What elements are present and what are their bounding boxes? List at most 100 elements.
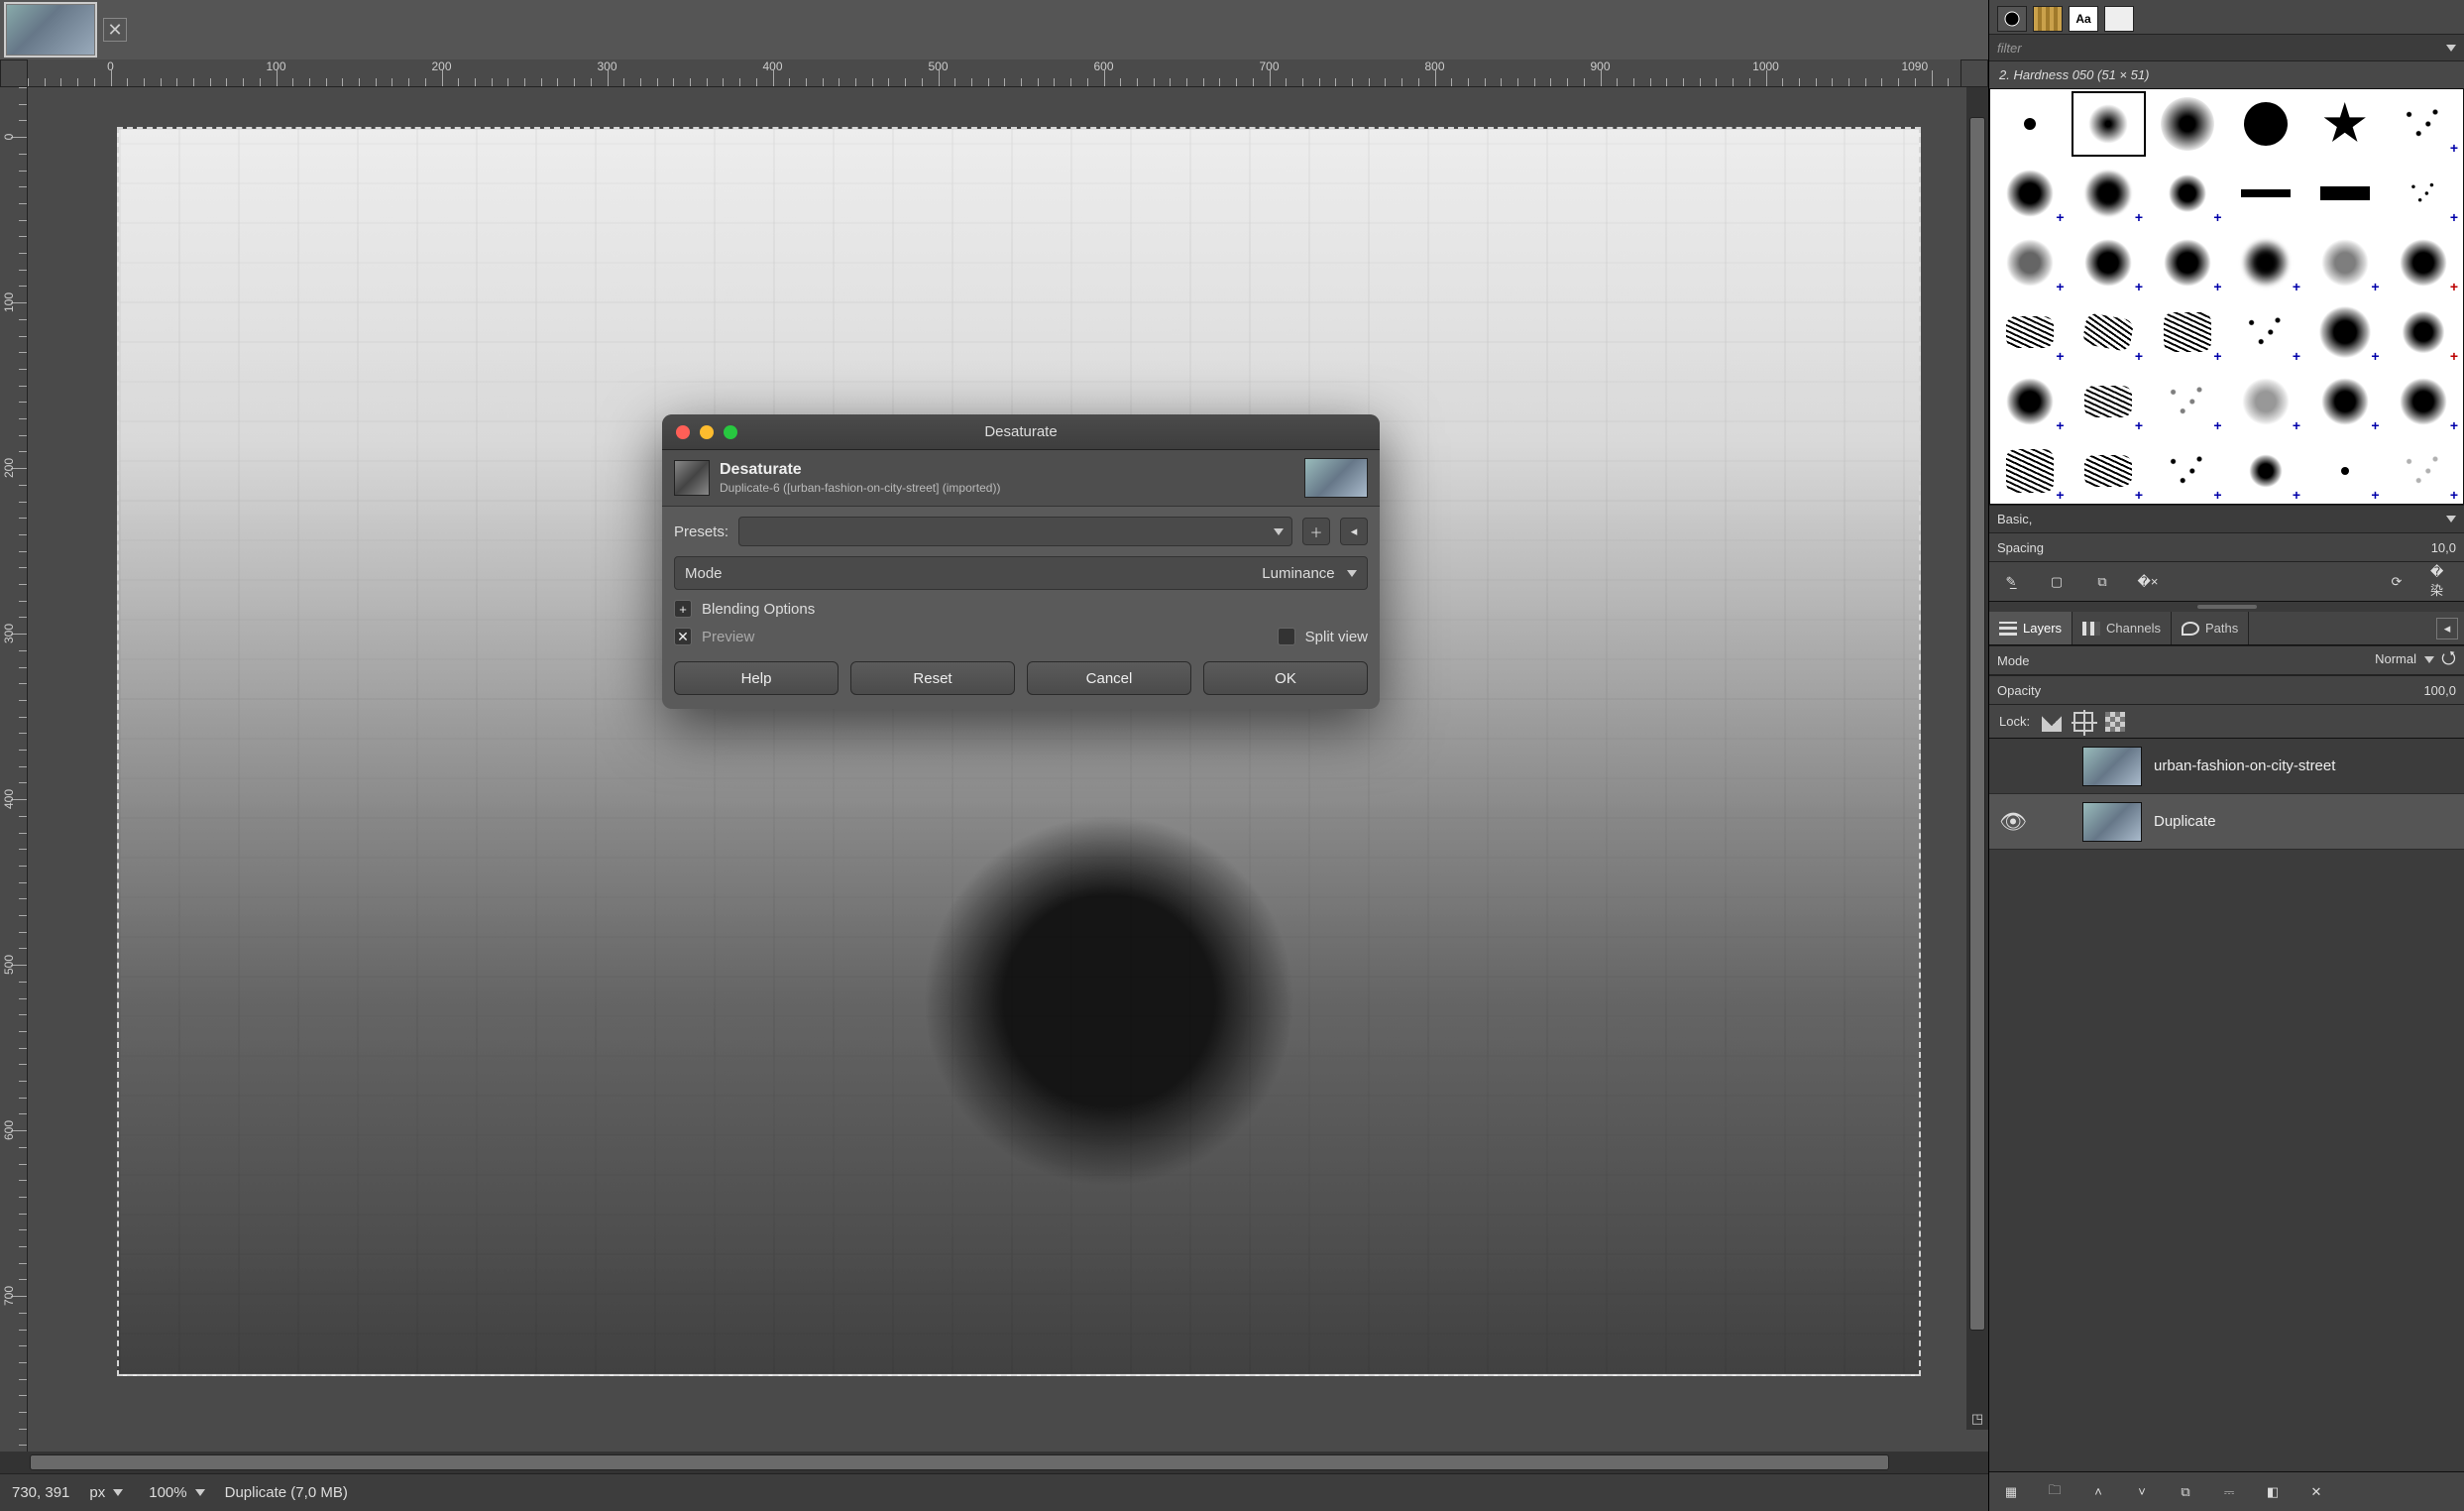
- patterns-tab-icon[interactable]: [2033, 6, 2063, 32]
- add-preset-button[interactable]: ＋: [1302, 518, 1330, 545]
- brush-preset-dropdown[interactable]: Basic,: [1989, 505, 2464, 532]
- merge-down-icon[interactable]: ⎓: [2217, 1480, 2241, 1504]
- canvas-viewport[interactable]: Desaturate Desaturate Duplicate-6 ([urba…: [28, 87, 1988, 1452]
- edit-brush-icon[interactable]: ✎̲: [1999, 570, 2023, 594]
- visibility-toggle-icon[interactable]: 👁: [1997, 809, 2029, 835]
- tab-paths[interactable]: Paths: [2172, 612, 2249, 644]
- brush-item[interactable]: +: [2148, 297, 2227, 367]
- lock-alpha-icon[interactable]: [2105, 712, 2125, 732]
- brush-item[interactable]: [2148, 89, 2227, 159]
- preview-checkbox[interactable]: [674, 628, 692, 645]
- document-history-tab-icon[interactable]: [2104, 6, 2134, 32]
- new-layer-icon[interactable]: ▦: [1999, 1480, 2023, 1504]
- unit-dropdown[interactable]: px: [83, 1482, 129, 1503]
- brush-item[interactable]: +: [2305, 228, 2385, 297]
- refresh-brushes-icon[interactable]: ⟳: [2385, 570, 2408, 594]
- brush-item[interactable]: +: [2227, 228, 2306, 297]
- layer-thumbnail[interactable]: [2082, 747, 2142, 786]
- image-tab[interactable]: [6, 4, 95, 56]
- brush-grid[interactable]: + + + + + + + + + + + + + + + + + + + + …: [1989, 88, 2464, 505]
- chevron-down-icon[interactable]: [2446, 45, 2456, 52]
- brush-item[interactable]: [2305, 89, 2385, 159]
- brush-item[interactable]: [2227, 159, 2306, 228]
- brush-item[interactable]: +: [2070, 436, 2149, 506]
- lower-layer-icon[interactable]: ˅: [2130, 1480, 2154, 1504]
- brush-item[interactable]: +: [2070, 228, 2149, 297]
- open-as-image-icon[interactable]: �染: [2430, 570, 2454, 594]
- tab-layers[interactable]: Layers: [1989, 612, 2072, 644]
- new-brush-icon[interactable]: ▢: [2045, 570, 2069, 594]
- brush-item[interactable]: +: [2148, 436, 2227, 506]
- panel-menu-icon[interactable]: ◂: [2436, 618, 2458, 639]
- brush-item[interactable]: +: [2148, 367, 2227, 436]
- brush-item[interactable]: +: [2227, 367, 2306, 436]
- brush-item[interactable]: [1990, 89, 2070, 159]
- brush-item[interactable]: +: [1990, 228, 2070, 297]
- tab-channels[interactable]: Channels: [2072, 612, 2172, 644]
- help-button[interactable]: Help: [674, 661, 839, 695]
- brush-item[interactable]: +: [2385, 436, 2464, 506]
- brush-item[interactable]: +: [1990, 159, 2070, 228]
- brush-item[interactable]: +: [2070, 297, 2149, 367]
- delete-brush-icon[interactable]: �×: [2136, 570, 2160, 594]
- lock-pixels-icon[interactable]: [2042, 712, 2062, 732]
- brush-item[interactable]: +: [2385, 89, 2464, 159]
- vertical-ruler[interactable]: 0100200300400500600700: [0, 87, 28, 1452]
- brush-item[interactable]: +: [2305, 297, 2385, 367]
- reset-button[interactable]: Reset: [850, 661, 1015, 695]
- brush-item[interactable]: +: [2385, 297, 2464, 367]
- brush-item[interactable]: [2070, 89, 2149, 159]
- brush-item[interactable]: +: [2305, 367, 2385, 436]
- brush-item[interactable]: +: [1990, 436, 2070, 506]
- brush-item[interactable]: +: [2070, 159, 2149, 228]
- brush-item[interactable]: +: [2305, 436, 2385, 506]
- dialog-titlebar[interactable]: Desaturate: [662, 414, 1380, 450]
- layer-name[interactable]: urban-fashion-on-city-street: [2154, 757, 2335, 774]
- add-mask-icon[interactable]: ◧: [2261, 1480, 2285, 1504]
- fonts-tab-icon[interactable]: Aa: [2069, 6, 2098, 32]
- brush-filter-input[interactable]: filter: [1997, 41, 2022, 56]
- brush-item[interactable]: +: [2227, 297, 2306, 367]
- spacing-slider[interactable]: Spacing 10,0: [1989, 532, 2464, 562]
- duplicate-brush-icon[interactable]: ⧉: [2090, 570, 2114, 594]
- brush-item[interactable]: +: [2148, 159, 2227, 228]
- brush-item[interactable]: +: [2385, 228, 2464, 297]
- brush-item[interactable]: +: [2070, 367, 2149, 436]
- layer-name[interactable]: Duplicate: [2154, 813, 2216, 830]
- lock-position-icon[interactable]: [2073, 712, 2093, 732]
- scrollbar-thumb[interactable]: [1969, 117, 1985, 1331]
- new-layer-group-icon[interactable]: 🗀: [2043, 1480, 2067, 1504]
- brush-item[interactable]: +: [1990, 367, 2070, 436]
- delete-layer-icon[interactable]: ✕: [2304, 1480, 2328, 1504]
- scrollbar-thumb[interactable]: [30, 1454, 1889, 1470]
- brush-item[interactable]: +: [2385, 159, 2464, 228]
- ruler-origin-toggle[interactable]: [0, 59, 28, 87]
- horizontal-scrollbar[interactable]: [0, 1452, 1988, 1473]
- canvas-navigator-icon[interactable]: ◳: [1966, 1408, 1988, 1430]
- opacity-slider[interactable]: Opacity 100,0: [1989, 675, 2464, 705]
- mode-switch-icon[interactable]: ⭯: [2441, 647, 2456, 667]
- brush-item[interactable]: [2305, 159, 2385, 228]
- layer-row[interactable]: 👁 Duplicate: [1989, 794, 2464, 850]
- expand-blending-toggle[interactable]: [674, 600, 692, 618]
- presets-dropdown[interactable]: [738, 517, 1292, 546]
- raise-layer-icon[interactable]: ˄: [2086, 1480, 2110, 1504]
- preset-menu-button[interactable]: ◂: [1340, 518, 1368, 545]
- duplicate-layer-icon[interactable]: ⧉: [2174, 1480, 2197, 1504]
- panel-drag-handle[interactable]: [1989, 602, 2464, 612]
- layer-mode-dropdown[interactable]: Mode Normal ⭯: [1989, 645, 2464, 675]
- vertical-scrollbar[interactable]: [1966, 87, 1988, 1430]
- brush-item[interactable]: [2227, 89, 2306, 159]
- brush-item[interactable]: +: [2148, 228, 2227, 297]
- cancel-button[interactable]: Cancel: [1027, 661, 1191, 695]
- zoom-dropdown[interactable]: 100%: [143, 1482, 210, 1503]
- canvas-image[interactable]: [117, 127, 1921, 1376]
- brush-item[interactable]: +: [2385, 367, 2464, 436]
- ok-button[interactable]: OK: [1203, 661, 1368, 695]
- horizontal-ruler[interactable]: 010020030040050060070080090010001090: [28, 59, 1960, 87]
- close-tab-icon[interactable]: ✕: [103, 18, 127, 42]
- layer-row[interactable]: urban-fashion-on-city-street: [1989, 739, 2464, 794]
- split-view-checkbox[interactable]: [1278, 628, 1295, 645]
- brushes-tab-icon[interactable]: [1997, 6, 2027, 32]
- mode-dropdown[interactable]: Mode Luminance: [674, 556, 1368, 590]
